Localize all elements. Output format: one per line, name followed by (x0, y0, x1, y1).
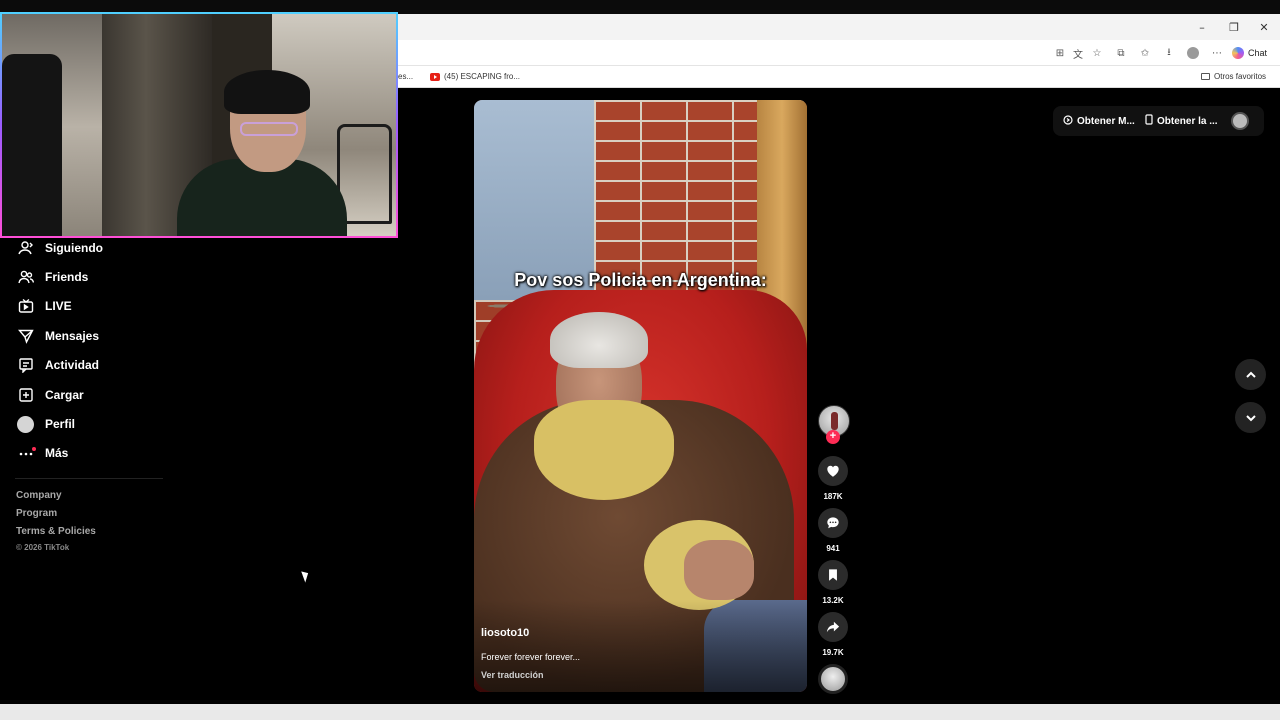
folder-icon (1201, 73, 1210, 80)
friends-icon (17, 269, 34, 286)
sidebar-item-messages[interactable]: Mensajes (17, 325, 99, 347)
notification-dot (32, 446, 36, 451)
share-count: 19.7K (822, 648, 844, 657)
profile-avatar-icon[interactable] (1186, 46, 1200, 60)
sidebar-item-label: Cargar (45, 388, 84, 402)
sidebar-item-label: Friends (45, 270, 89, 284)
get-coins-button[interactable]: Obtener M... (1063, 108, 1135, 134)
save-count: 13.2K (822, 596, 844, 605)
comment-button[interactable] (818, 508, 848, 538)
video-username[interactable]: liosoto10 (481, 627, 529, 639)
follow-button[interactable]: + (826, 430, 840, 444)
other-favorites[interactable]: Otros favoritos (1201, 72, 1266, 81)
sidebar-item-friends[interactable]: Friends (17, 266, 88, 288)
get-app-button[interactable]: Obtener la ... (1145, 108, 1218, 134)
footer-link-company[interactable]: Company (16, 490, 62, 501)
sidebar-item-activity[interactable]: Actividad (17, 354, 99, 376)
minimize-button[interactable]: – (1186, 14, 1218, 40)
next-video-button[interactable] (1235, 402, 1266, 433)
sidebar-item-label: Actividad (45, 358, 100, 372)
get-coins-label: Obtener M... (1077, 115, 1135, 127)
install-app-icon[interactable]: ⊞ (1053, 46, 1067, 60)
footer-link-terms[interactable]: Terms & Policies (16, 526, 96, 537)
sidebar-item-live[interactable]: LIVE (17, 295, 72, 317)
like-count: 187K (823, 492, 843, 501)
copilot-chat-button[interactable]: Chat (1232, 44, 1267, 62)
video-description[interactable]: Forever forever forever... (481, 652, 580, 662)
following-icon (17, 240, 34, 257)
copilot-icon (1232, 47, 1244, 59)
settings-menu-icon[interactable]: ⋯ (1210, 46, 1224, 60)
footer-link-program[interactable]: Program (16, 508, 57, 519)
bookmark-youtube[interactable]: (45) ESCAPING fro... (430, 72, 520, 81)
activity-icon (17, 357, 34, 374)
music-disc-icon[interactable] (818, 664, 848, 694)
profile-icon (17, 415, 34, 433)
get-app-label: Obtener la ... (1157, 115, 1218, 127)
like-button[interactable] (818, 456, 848, 486)
sidebar-divider (15, 478, 163, 479)
sidebar-item-profile[interactable]: Perfil (17, 413, 75, 435)
chevron-up-icon (1245, 371, 1256, 378)
upload-icon (17, 387, 34, 404)
chevron-down-icon (1245, 414, 1256, 421)
favorites-icon[interactable]: ✩ (1138, 46, 1152, 60)
save-button[interactable] (818, 560, 848, 590)
taskbar-strip (0, 704, 1280, 720)
maximize-button[interactable]: ❐ (1218, 14, 1250, 40)
bookmark-label: es... (398, 72, 414, 81)
user-avatar[interactable] (1231, 112, 1249, 130)
video-caption: Pov sos Policia en Argentina: (514, 270, 767, 290)
sidebar-item-label: Perfil (45, 417, 76, 431)
screen: – ❐ ✕ ⊞ 文 ☆ ⧉ ✩ ⭳ ⋯ Chat es... (45) ESCA… (0, 0, 1280, 720)
video-player[interactable]: Pov sos Policia en Argentina: liosoto10 … (474, 100, 807, 692)
download-icon[interactable]: ⭳ (1162, 46, 1176, 60)
other-favorites-label: Otros favoritos (1214, 72, 1267, 81)
comment-count: 941 (826, 544, 840, 553)
bookmark-icon (829, 569, 837, 581)
sidebar-item-more[interactable]: Más (17, 442, 68, 464)
messages-icon (17, 328, 34, 345)
sidebar-item-label: LIVE (45, 299, 72, 313)
chat-label: Chat (1248, 48, 1268, 58)
live-icon (17, 298, 34, 315)
more-icon (17, 445, 36, 462)
phone-icon (1145, 114, 1153, 128)
sidebar-item-upload[interactable]: Cargar (17, 384, 84, 406)
heart-icon (827, 465, 839, 477)
comment-icon (827, 517, 839, 529)
coin-icon (1063, 114, 1073, 128)
extensions-icon[interactable]: ⧉ (1114, 46, 1128, 60)
translate-icon[interactable]: 文 (1071, 46, 1085, 61)
sidebar-item-label: Más (45, 446, 69, 460)
webcam-overlay (0, 12, 398, 238)
close-window-button[interactable]: ✕ (1248, 14, 1280, 40)
sidebar-item-label: Mensajes (45, 329, 100, 343)
previous-video-button[interactable] (1235, 359, 1266, 390)
copyright: © 2026 TikTok (16, 543, 70, 552)
sidebar-item-following[interactable]: Siguiendo (17, 237, 103, 259)
translate-link[interactable]: Ver traducción (481, 670, 544, 680)
share-icon (826, 621, 840, 633)
youtube-icon (430, 72, 440, 81)
bookmark-label: (45) ESCAPING fro... (444, 72, 521, 81)
share-button[interactable] (818, 612, 848, 642)
sidebar-item-label: Siguiendo (45, 241, 103, 255)
bookmark-truncated[interactable]: es... (398, 72, 413, 81)
favorite-star-icon[interactable]: ☆ (1090, 46, 1104, 60)
